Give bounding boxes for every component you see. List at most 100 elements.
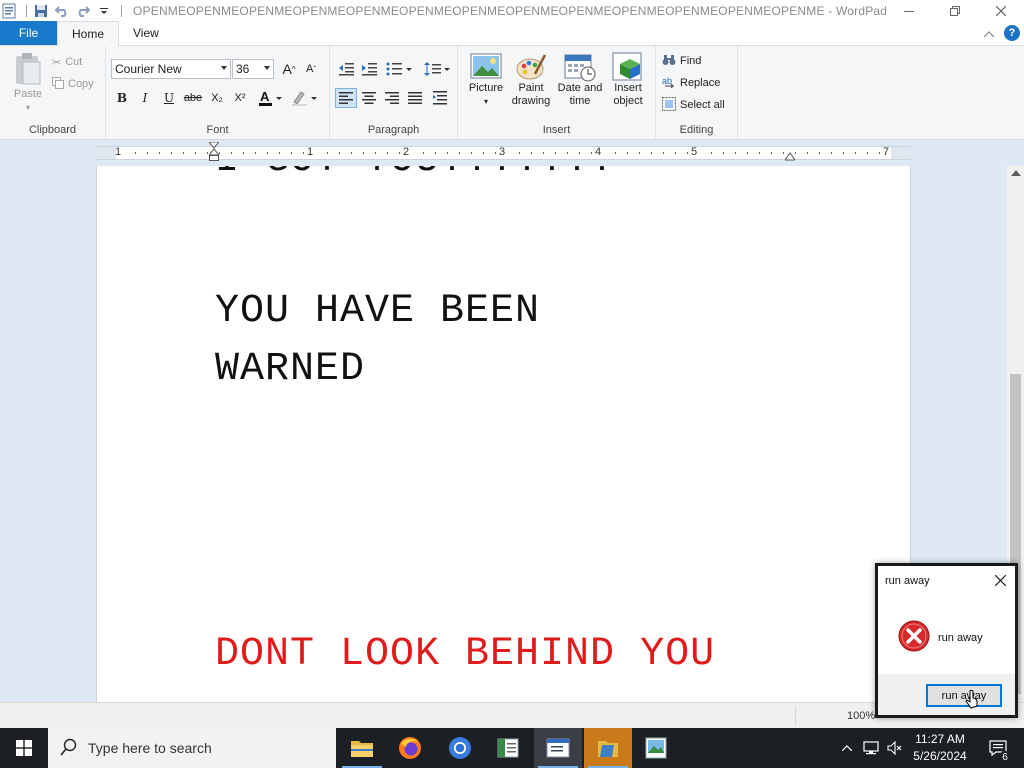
ruler-tick [339,152,340,154]
document-page[interactable]: I GOT YOU!!!!!!! YOU HAVE BEEN WARNED DO… [96,166,911,702]
ruler-tick [435,152,436,154]
font-color-button[interactable]: A [256,88,286,108]
paste-button[interactable]: Paste ▾ [8,52,48,114]
collapse-ribbon-icon[interactable] [983,26,995,40]
ruler-tick [543,152,544,154]
replace-button[interactable]: ab Replace [662,73,720,93]
line-spacing-button[interactable] [422,59,452,79]
ruler-number: 3 [499,146,506,158]
undo-icon[interactable] [53,2,71,20]
font-size-select[interactable]: 36 [232,59,274,79]
taskbar-search-box[interactable]: Type here to search [48,728,336,768]
customize-qat-icon[interactable] [95,2,113,20]
taskbar-file-explorer[interactable] [338,728,386,768]
paint-drawing-button[interactable]: Paint drawing [508,52,554,108]
wordpad-app-icon[interactable] [0,2,18,20]
volume-tray-icon[interactable] [884,728,906,768]
insert-object-button[interactable]: Insert object [606,52,650,108]
picture-dropdown-icon: ▾ [483,97,488,106]
system-clock[interactable]: 11:27 AM 5/26/2024 [905,731,975,765]
help-icon[interactable]: ? [1004,25,1020,41]
binoculars-icon [662,54,676,69]
taskbar-notepad-app[interactable] [484,728,532,768]
ruler-tick [447,152,448,154]
paragraph-group-label: Paragraph [367,124,420,136]
ruler-tick [147,152,148,154]
right-indent-marker[interactable] [784,150,796,164]
ribbon: Paste ▾ ✂ Cut Copy Clipboard Courier New… [0,46,1024,140]
decrease-indent-button[interactable] [335,59,357,79]
restore-button[interactable] [932,0,978,22]
ruler-tick [135,152,136,154]
search-icon [60,738,78,759]
align-center-button[interactable] [358,88,380,108]
date-time-button[interactable]: Date and time [554,52,606,108]
ruler-tick [663,152,664,154]
clock-date: 5/26/2024 [913,749,967,763]
minimize-button[interactable] [886,0,932,22]
justify-button[interactable] [404,88,426,108]
show-hidden-icons[interactable] [838,728,856,768]
copy-button[interactable]: Copy [52,74,94,94]
tab-file[interactable]: File [0,21,57,45]
taskbar-chrome[interactable] [436,728,484,768]
find-button[interactable]: Find [662,51,701,71]
superscript-button[interactable]: X² [229,88,251,108]
ruler-tick [807,152,808,154]
strikethrough-button[interactable]: abe [182,88,204,108]
tab-view[interactable]: View [119,21,173,45]
start-button[interactable] [0,728,48,768]
redo-icon[interactable] [74,2,92,20]
paragraph-settings-icon [433,91,447,105]
ruler-tick [327,152,328,154]
title-bar: OPENMEOPENMEOPENMEOPENMEOPENMEOPENMEOPEN… [0,0,1024,22]
ruler-tick [579,152,580,154]
select-all-icon [662,96,676,114]
taskbar-image-app[interactable] [632,728,680,768]
grow-font-button[interactable]: A ^ [278,59,300,79]
paste-dropdown-icon: ▾ [25,103,30,112]
align-right-button[interactable] [381,88,403,108]
highlight-color-button[interactable] [289,88,321,108]
scroll-up-icon[interactable] [1011,170,1021,176]
subscript-button[interactable]: X₂ [206,88,228,108]
calendar-clock-icon [564,54,596,82]
action-center-button[interactable]: 6 [978,728,1018,768]
close-button[interactable] [978,0,1024,22]
ruler-tick [867,152,868,154]
italic-button[interactable]: I [134,88,156,108]
left-indent-marker[interactable] [207,141,221,167]
align-left-button[interactable] [335,88,357,108]
ruler-tick [363,152,364,154]
save-icon[interactable] [32,2,50,20]
object-label-1: Insert [614,82,642,94]
taskbar-wordpad[interactable] [534,728,582,768]
ruler-tick [291,152,292,154]
date-label-2: time [569,95,591,107]
ruler[interactable]: 1 1 2 3 4 5 7 [96,141,911,161]
bullets-button[interactable] [384,59,414,79]
picture-button[interactable]: Picture ▾ [465,52,507,108]
underline-button[interactable]: U [158,88,180,108]
tab-home[interactable]: Home [57,21,120,46]
taskbar-message-app[interactable] [584,728,632,768]
object-label-2: object [613,95,643,107]
dialog-close-button[interactable] [991,571,1009,589]
bold-button[interactable]: B [111,88,133,108]
ruler-tick [219,152,220,154]
font-family-select[interactable]: Courier New [111,59,231,79]
network-tray-icon[interactable] [860,728,882,768]
increase-indent-button[interactable] [358,59,380,79]
image-app-icon [645,737,667,759]
ruler-tick [495,152,496,154]
taskbar-firefox[interactable] [386,728,434,768]
ruler-tick [711,152,712,154]
mouse-cursor-icon [965,689,979,713]
run-away-button[interactable]: run away [926,684,1002,707]
shrink-font-button[interactable]: Aˇ [300,59,322,79]
firefox-icon [399,737,421,759]
cut-button[interactable]: ✂ Cut [52,52,82,72]
paragraph-settings-button[interactable] [429,88,451,108]
copy-label: Copy [68,78,94,90]
select-all-button[interactable]: Select all [662,95,725,115]
